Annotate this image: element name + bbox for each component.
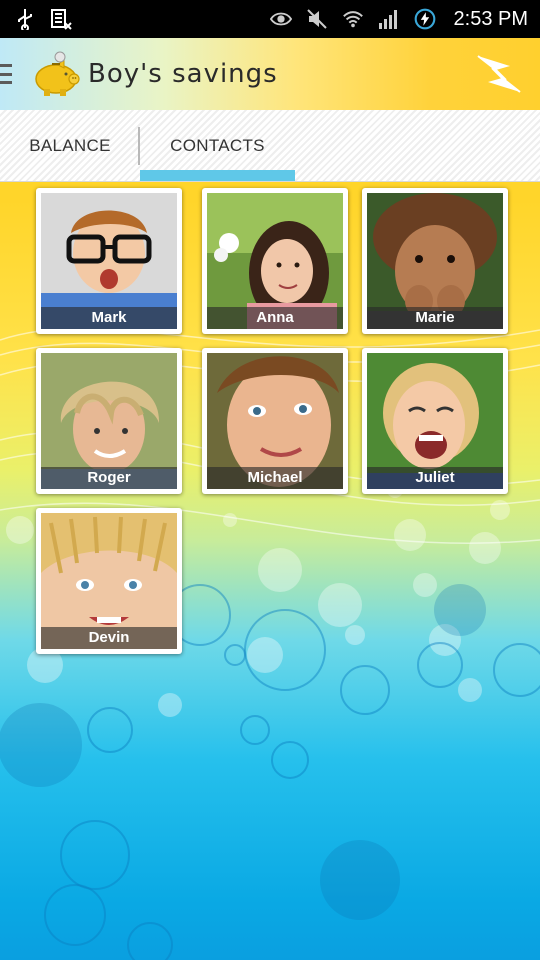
contact-card-devin[interactable]: Devin — [36, 508, 182, 654]
menu-icon[interactable] — [0, 60, 14, 88]
contact-name: Devin — [41, 627, 177, 649]
contact-name: Juliet — [367, 467, 503, 489]
signal-icon — [378, 8, 400, 30]
app-title: Boy's savings — [88, 59, 278, 89]
contact-card-anna[interactable]: Anna — [202, 188, 348, 334]
contact-card-roger[interactable]: Roger — [36, 348, 182, 494]
contact-name: Roger — [41, 467, 177, 489]
contact-card-juliet[interactable]: Juliet — [362, 348, 508, 494]
contact-name: Mark — [41, 307, 177, 329]
app-bar: Boy's savings — [0, 38, 540, 110]
status-time: 2:53 PM — [453, 7, 528, 30]
contact-name: Marie — [367, 307, 503, 329]
contact-name: Michael — [207, 467, 343, 489]
contact-card-marie[interactable]: Marie — [362, 188, 508, 334]
status-bar: 2:53 PM — [0, 0, 540, 38]
contact-card-mark[interactable]: Mark — [36, 188, 182, 334]
contact-card-michael[interactable]: Michael — [202, 348, 348, 494]
tab-balance[interactable]: BALANCE — [0, 110, 140, 182]
tab-selected-indicator — [140, 170, 295, 181]
battery-charging-icon — [414, 8, 436, 30]
transfer-arrows-icon[interactable] — [476, 52, 522, 96]
usb-icon — [14, 8, 36, 30]
contacts-grid: Mark Anna Marie Roger Michael Juliet Dev… — [36, 188, 510, 658]
eye-icon — [269, 8, 292, 30]
barcode-icon — [50, 8, 72, 30]
wifi-icon — [342, 8, 364, 30]
piggy-bank-icon[interactable] — [30, 49, 80, 99]
contact-name: Anna — [207, 307, 343, 329]
mute-icon — [306, 8, 328, 30]
